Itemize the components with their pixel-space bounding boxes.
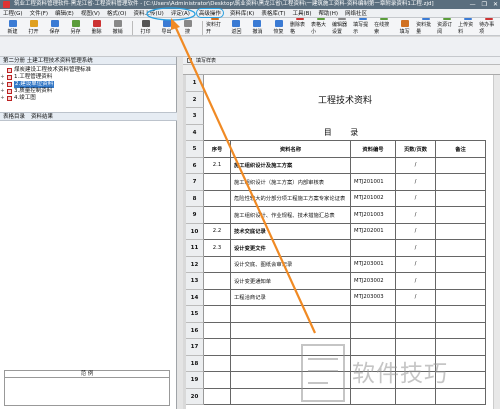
annotation-overlay bbox=[146, 7, 317, 334]
watermark-logo bbox=[301, 344, 345, 402]
annotation-arrow bbox=[174, 27, 317, 334]
watermark-text: 软件技巧 bbox=[352, 361, 448, 387]
